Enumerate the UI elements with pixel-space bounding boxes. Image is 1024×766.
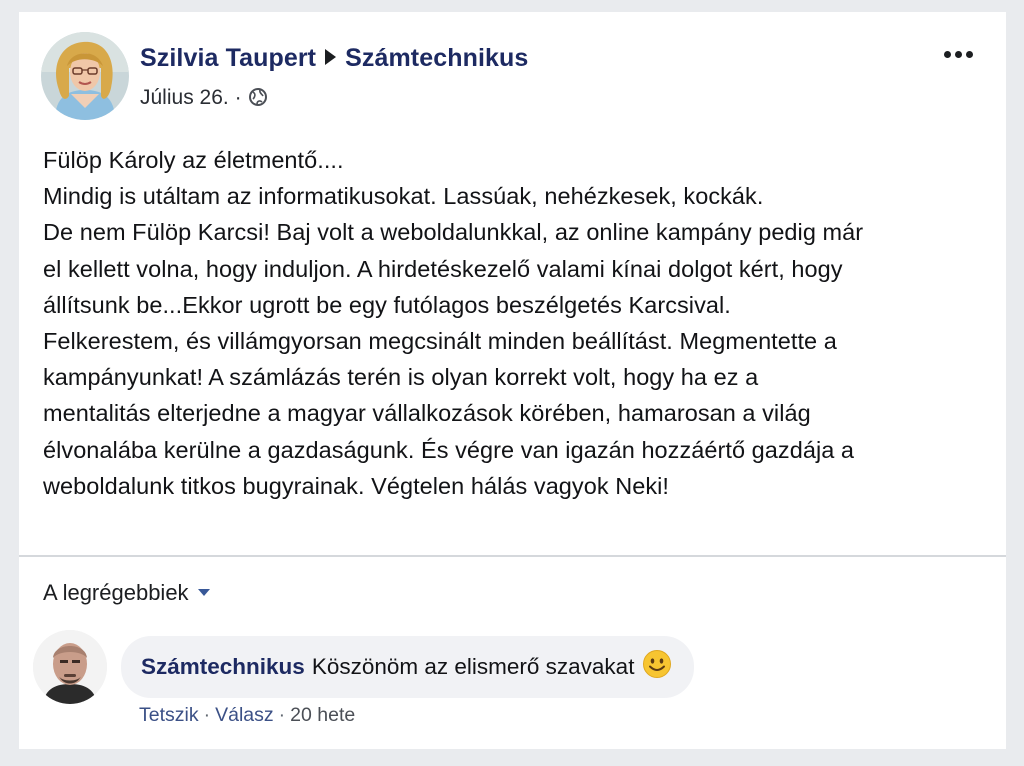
comment-bubble: Számtechnikus Köszönöm az elismerő szava…	[121, 636, 695, 698]
post-date[interactable]: Július 26.	[140, 86, 229, 109]
comment-like-link[interactable]: Tetszik	[139, 704, 199, 726]
post-author-line: Szilvia Taupert Számtechnikus	[140, 44, 528, 73]
author-name-link[interactable]: Szilvia Taupert	[140, 44, 316, 72]
post-body: Fülöp Károly az életmentő.... Mindig is …	[43, 142, 988, 504]
post-body-line: állítsunk be...Ekkor ugrott be egy futól…	[43, 291, 731, 318]
post-card: Szilvia Taupert Számtechnikus Július 26. …	[19, 12, 1006, 749]
post-body-line: mentalitás elterjedne a magyar vállalkoz…	[43, 400, 811, 427]
post-header: Szilvia Taupert Számtechnikus Július 26. …	[41, 32, 984, 120]
action-separator: ·	[278, 704, 286, 726]
post-meta: Július 26. ·	[140, 86, 268, 113]
post-body-line: Fülöp Károly az életmentő....	[43, 147, 344, 173]
post-body-line: weboldalunk titkos bugyrainak. Végtelen …	[43, 472, 670, 499]
more-options-icon[interactable]	[936, 40, 980, 68]
triangle-right-icon	[325, 49, 337, 65]
comment-sort-label: A legrégebbiek	[43, 580, 189, 605]
more-dot	[943, 50, 951, 58]
meta-separator: ·	[234, 86, 242, 109]
comment-author-link[interactable]: Számtechnikus	[141, 654, 305, 680]
more-dot	[954, 50, 962, 58]
caret-down-icon	[197, 589, 210, 596]
post-body-line: Felkerestem, és villámgyorsan megcsinált…	[43, 328, 837, 355]
smiling-face-emoji-icon	[642, 649, 672, 685]
target-page-link[interactable]: Számtechnikus	[345, 44, 528, 72]
commenter-avatar[interactable]	[33, 630, 107, 704]
more-dot	[965, 50, 973, 58]
globe-icon[interactable]	[248, 87, 268, 113]
post-body-line: élvonalába kerülne a gazdaságunk. És vég…	[43, 436, 855, 463]
comment-actions: Tetszik · Válasz · 20 hete	[139, 704, 355, 727]
commenter-avatar-image	[33, 630, 107, 704]
comment-reply-link[interactable]: Válasz	[215, 704, 274, 726]
comment-sort-dropdown[interactable]: A legrégebbiek	[43, 580, 210, 606]
action-separator: ·	[203, 704, 211, 726]
author-avatar[interactable]	[41, 32, 129, 120]
post-body-line: kampányunkat! A számlázás terén is olyan…	[43, 364, 759, 391]
post-body-line: el kellett volna, hogy induljon. A hirde…	[43, 255, 843, 282]
comments-divider	[19, 555, 1006, 557]
post-body-line: De nem Fülöp Karcsi! Baj volt a weboldal…	[43, 219, 864, 246]
comment-time[interactable]: 20 hete	[290, 704, 355, 726]
author-avatar-image	[41, 32, 129, 120]
post-body-line: Mindig is utáltam az informatikusokat. L…	[43, 183, 764, 210]
comment-text: Köszönöm az elismerő szavakat	[311, 654, 635, 679]
